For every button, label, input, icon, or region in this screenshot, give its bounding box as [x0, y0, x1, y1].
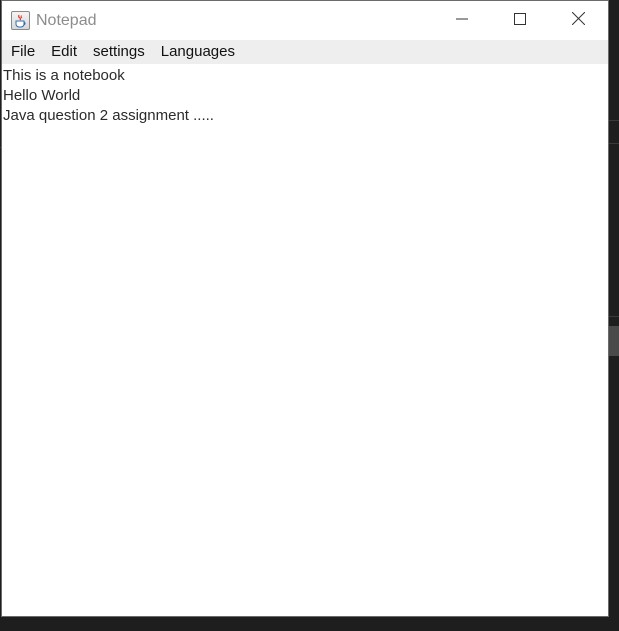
background-editor-line [609, 143, 619, 144]
menu-settings[interactable]: settings [85, 40, 153, 64]
menu-edit[interactable]: Edit [43, 40, 85, 64]
close-icon [571, 11, 585, 30]
notepad-window: Notepad File Edit settings Languages Thi… [1, 0, 609, 617]
editor-line: This is a notebook [3, 67, 125, 84]
close-button[interactable] [549, 1, 607, 40]
minimize-button[interactable] [433, 1, 491, 40]
background-editor-chip [609, 326, 619, 356]
maximize-icon [514, 12, 526, 30]
menu-bar: File Edit settings Languages [2, 40, 608, 64]
title-bar[interactable]: Notepad [2, 1, 608, 40]
background-editor-line [609, 120, 619, 121]
maximize-button[interactable] [491, 1, 549, 40]
menu-languages[interactable]: Languages [153, 40, 243, 64]
text-editor-area[interactable]: This is a notebook Hello World Java ques… [2, 64, 608, 616]
editor-line: Java question 2 assignment ..... [3, 107, 214, 124]
window-title: Notepad [36, 12, 97, 29]
editor-line: Hello World [3, 87, 81, 104]
menu-file[interactable]: File [3, 40, 43, 64]
java-cup-icon [11, 11, 30, 30]
desktop-background: Notepad File Edit settings Languages Thi… [0, 0, 619, 631]
background-editor-line [609, 316, 619, 317]
minimize-icon [456, 12, 468, 30]
